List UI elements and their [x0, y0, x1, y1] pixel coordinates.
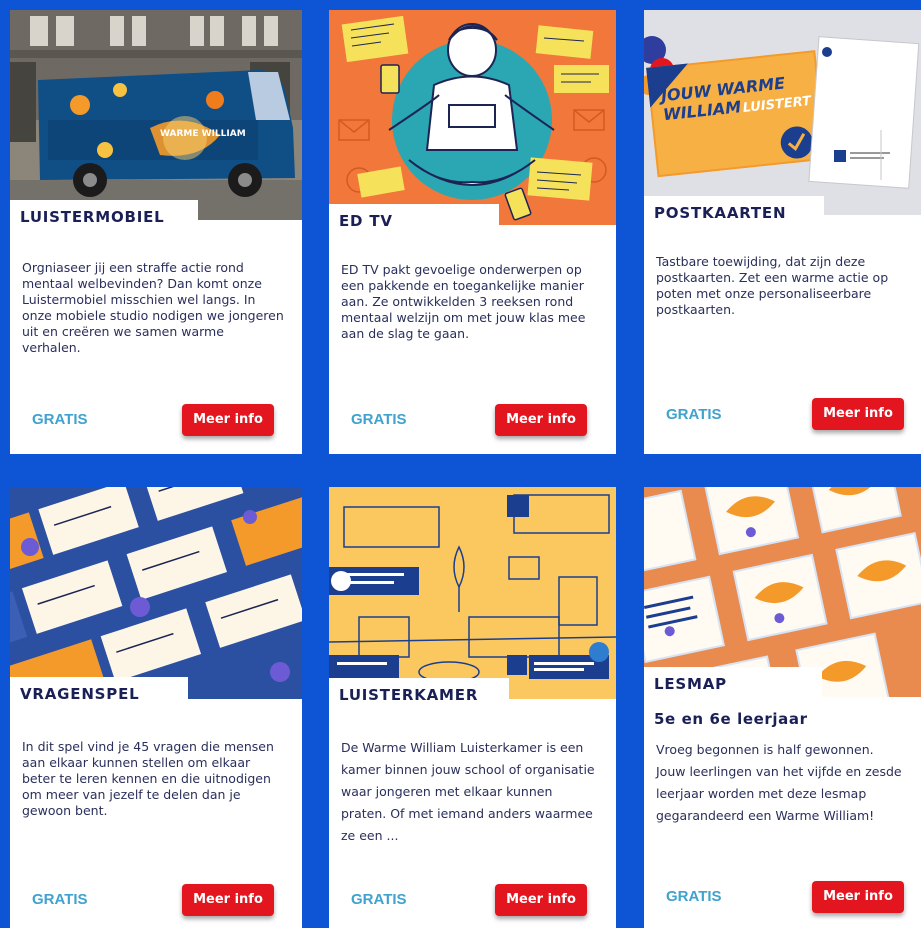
luistermobiel-image: WARME WILLIAM: [10, 10, 302, 220]
vragenspel-image: [10, 487, 302, 699]
card-description: Tastbare toewijding, dat zijn deze postk…: [656, 254, 889, 317]
card-description: Orgniaseer jij een straffe actie rond me…: [22, 260, 284, 355]
meer-info-button[interactable]: Meer info: [182, 404, 274, 436]
price-label: GRATIS: [666, 406, 722, 423]
meer-info-button[interactable]: Meer info: [812, 881, 904, 913]
price-label: GRATIS: [666, 888, 722, 905]
card-vragenspel: VRAGENSPEL In dit spel vind je 45 vragen…: [10, 487, 302, 928]
card-title: LESMAP: [644, 667, 822, 699]
price-label: GRATIS: [351, 411, 407, 428]
lesmap-image: [644, 487, 921, 697]
card-title: LUISTERKAMER: [329, 678, 509, 710]
card-luisterkamer: LUISTERKAMER De Warme William Luisterkam…: [329, 487, 616, 928]
card-description: In dit spel vind je 45 vragen die mensen…: [22, 739, 274, 818]
meer-info-button[interactable]: Meer info: [495, 404, 587, 436]
card-ed-tv: ED TV ED TV pakt gevoelige onderwerpen o…: [329, 10, 616, 454]
postkaarten-image: JOUW WARME WILLIAM LUISTERT: [644, 10, 921, 215]
card-lesmap: LESMAP 5e en 6e leerjaar Vroeg begonnen …: [644, 487, 921, 928]
meer-info-button[interactable]: Meer info: [495, 884, 587, 916]
card-title: LUISTERMOBIEL: [10, 200, 198, 232]
van-logo-text: WARME WILLIAM: [160, 129, 246, 139]
ed-tv-image: [329, 10, 616, 225]
card-title: ED TV: [329, 204, 499, 236]
card-subtitle: 5e en 6e leerjaar: [654, 710, 808, 728]
luisterkamer-image: [329, 487, 616, 699]
meer-info-button[interactable]: Meer info: [812, 398, 904, 430]
price-label: GRATIS: [351, 891, 407, 908]
meer-info-button[interactable]: Meer info: [182, 884, 274, 916]
card-title: VRAGENSPEL: [10, 677, 188, 709]
card-description: ED TV pakt gevoelige onderwerpen op een …: [341, 262, 586, 341]
card-title: POSTKAARTEN: [644, 196, 824, 228]
card-postkaarten: JOUW WARME WILLIAM LUISTERT POSTKAARTEN …: [644, 10, 921, 454]
card-description: Vroeg begonnen is half gewonnen. Jouw le…: [656, 742, 902, 823]
card-description: De Warme William Luisterkamer is een kam…: [341, 740, 595, 843]
price-label: GRATIS: [32, 891, 88, 908]
card-luistermobiel: WARME WILLIAM LUISTERMOBIEL Orgniaseer j…: [10, 10, 302, 454]
price-label: GRATIS: [32, 411, 88, 428]
